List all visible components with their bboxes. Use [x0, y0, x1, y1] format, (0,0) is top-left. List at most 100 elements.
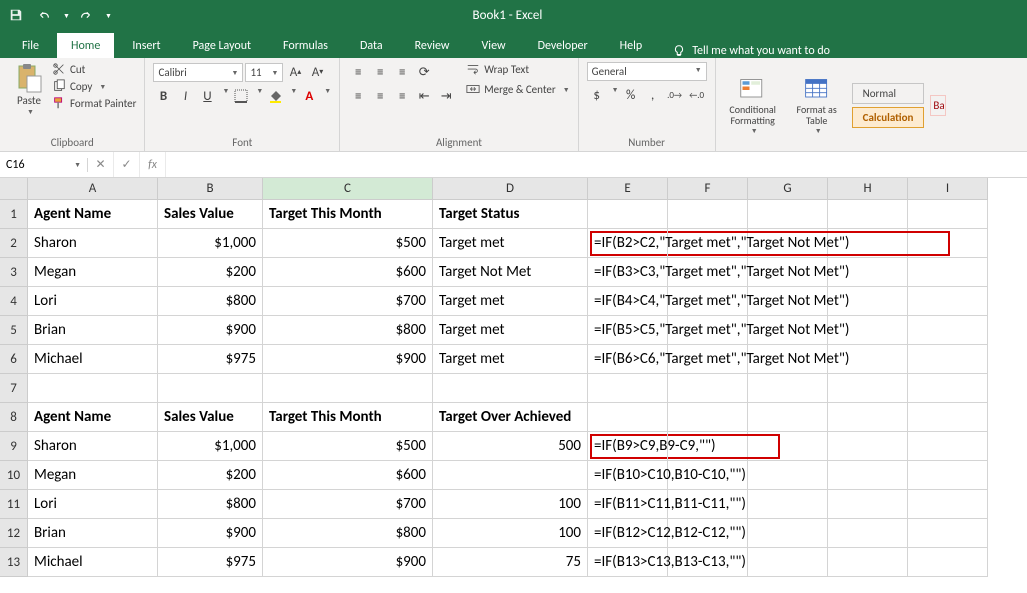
tab-view[interactable]: View	[468, 33, 520, 58]
cell[interactable]: =IF(B11>C11,B11-C11,"")	[588, 490, 668, 519]
row-header[interactable]: 9	[0, 432, 28, 461]
cell[interactable]: $900	[158, 316, 263, 345]
align-bottom-button[interactable]: ≡	[392, 62, 412, 82]
cell[interactable]: =IF(B9>C9,B9-C9,"")	[588, 432, 668, 461]
accounting-format-button[interactable]: $	[587, 85, 607, 105]
tab-review[interactable]: Review	[401, 33, 464, 58]
cell[interactable]: $700	[263, 287, 433, 316]
cell[interactable]	[588, 200, 668, 229]
cell[interactable]	[748, 548, 828, 577]
merge-center-button[interactable]: Merge & Center▼	[466, 82, 569, 96]
cell[interactable]: =IF(B5>C5,"Target met","Target Not Met")	[588, 316, 668, 345]
decrease-decimal-button[interactable]: ←.0	[687, 85, 707, 105]
row-header[interactable]: 2	[0, 229, 28, 258]
cell[interactable]: $900	[263, 345, 433, 374]
italic-button[interactable]: I	[175, 86, 195, 106]
wrap-text-button[interactable]: Wrap Text	[466, 62, 569, 76]
cell[interactable]	[433, 374, 588, 403]
cell[interactable]: $200	[158, 461, 263, 490]
paste-button[interactable]: Paste ▼	[8, 62, 50, 116]
cell[interactable]	[908, 258, 988, 287]
cell[interactable]: Lori	[28, 287, 158, 316]
cell[interactable]	[433, 461, 588, 490]
cell[interactable]	[908, 403, 988, 432]
cell[interactable]	[158, 374, 263, 403]
cell[interactable]: Target Not Met	[433, 258, 588, 287]
cell[interactable]	[908, 200, 988, 229]
tell-me-search[interactable]: Tell me what you want to do	[660, 44, 842, 58]
font-name-select[interactable]: Calibri▼	[153, 63, 243, 82]
fill-color-button[interactable]	[265, 86, 285, 106]
cell[interactable]	[828, 374, 908, 403]
cell[interactable]: Brian	[28, 316, 158, 345]
cut-button[interactable]: Cut	[52, 62, 136, 76]
cell[interactable]	[908, 287, 988, 316]
enter-formula-button[interactable]: ✓	[114, 152, 140, 177]
cell[interactable]	[263, 374, 433, 403]
cell[interactable]: =IF(B10>C10,B10-C10,"")	[588, 461, 668, 490]
row-header[interactable]: 5	[0, 316, 28, 345]
increase-indent-button[interactable]: ⇥	[436, 86, 456, 106]
style-normal[interactable]: Normal	[852, 83, 925, 104]
cell[interactable]	[668, 374, 748, 403]
cell[interactable]: =IF(B3>C3,"Target met","Target Not Met")	[588, 258, 668, 287]
cell[interactable]: $1,000	[158, 432, 263, 461]
cell[interactable]: Target met	[433, 287, 588, 316]
cell[interactable]: $600	[263, 258, 433, 287]
align-top-button[interactable]: ≡	[348, 62, 368, 82]
cell[interactable]	[908, 519, 988, 548]
col-header-H[interactable]: H	[828, 178, 908, 200]
cell[interactable]: Target This Month	[263, 200, 433, 229]
cell[interactable]: $800	[263, 519, 433, 548]
cell[interactable]	[828, 403, 908, 432]
row-header[interactable]: 10	[0, 461, 28, 490]
row-header[interactable]: 6	[0, 345, 28, 374]
cell[interactable]: Sales Value	[158, 200, 263, 229]
cell[interactable]: 75	[433, 548, 588, 577]
cell[interactable]	[828, 519, 908, 548]
cell[interactable]: Megan	[28, 258, 158, 287]
comma-format-button[interactable]: ,	[643, 85, 663, 105]
col-header-C[interactable]: C	[263, 178, 433, 200]
font-size-select[interactable]: 11▼	[245, 63, 283, 82]
cell[interactable]: $500	[263, 432, 433, 461]
cell[interactable]: Michael	[28, 548, 158, 577]
tab-formulas[interactable]: Formulas	[269, 33, 342, 58]
increase-font-button[interactable]: A▴	[285, 62, 305, 82]
cell[interactable]	[748, 432, 828, 461]
fx-button[interactable]: fx	[140, 152, 166, 177]
cell[interactable]: 500	[433, 432, 588, 461]
cell[interactable]: $800	[263, 316, 433, 345]
select-all-corner[interactable]	[0, 178, 28, 200]
format-painter-button[interactable]: Format Painter	[52, 96, 136, 110]
cell[interactable]: $800	[158, 287, 263, 316]
cell[interactable]	[668, 200, 748, 229]
qat-customize[interactable]: ▼	[105, 11, 112, 20]
cell[interactable]	[748, 200, 828, 229]
cell[interactable]	[828, 461, 908, 490]
cell[interactable]: $975	[158, 345, 263, 374]
cell[interactable]	[828, 200, 908, 229]
col-header-G[interactable]: G	[748, 178, 828, 200]
cell[interactable]	[908, 345, 988, 374]
row-header[interactable]: 4	[0, 287, 28, 316]
cell[interactable]: Target met	[433, 345, 588, 374]
row-header[interactable]: 8	[0, 403, 28, 432]
cell[interactable]: 100	[433, 490, 588, 519]
style-calculation[interactable]: Calculation	[852, 107, 925, 128]
tab-data[interactable]: Data	[346, 33, 397, 58]
bold-button[interactable]: B	[153, 86, 173, 106]
border-button[interactable]	[231, 86, 251, 106]
underline-button[interactable]: U	[197, 86, 217, 106]
row-header[interactable]: 7	[0, 374, 28, 403]
cell[interactable]: Megan	[28, 461, 158, 490]
cell[interactable]: $900	[263, 548, 433, 577]
cell[interactable]	[908, 374, 988, 403]
col-header-D[interactable]: D	[433, 178, 588, 200]
cell[interactable]	[748, 490, 828, 519]
col-header-A[interactable]: A	[28, 178, 158, 200]
cell[interactable]	[28, 374, 158, 403]
cell[interactable]	[748, 519, 828, 548]
cell[interactable]: $900	[158, 519, 263, 548]
copy-button[interactable]: Copy▼	[52, 79, 136, 93]
